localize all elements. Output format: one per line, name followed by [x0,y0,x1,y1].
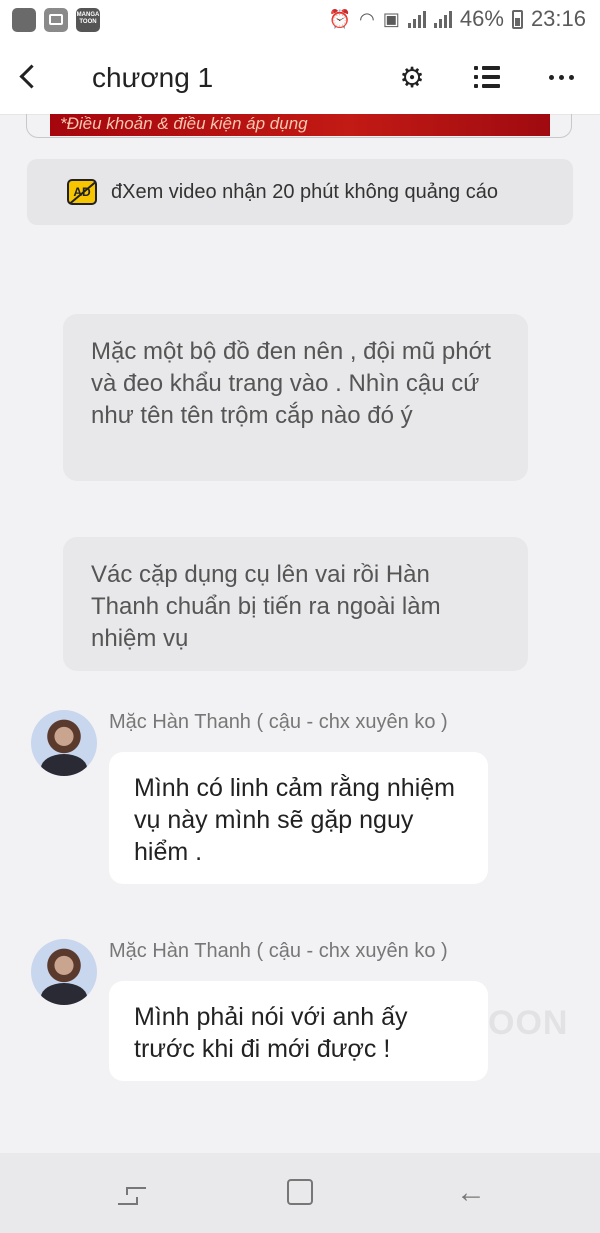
no-ad-icon: AD [67,179,97,205]
manga-toon-icon: MANGA TOON [76,8,100,32]
narration-bubble: Vác cặp dụng cụ lên vai rồi Hàn Thanh ch… [63,537,528,671]
battery-icon [511,9,523,29]
narration-bubble: Mặc một bộ đồ đen nên , đội mũ phớt và đ… [63,314,528,481]
signal-icon-2 [433,10,452,28]
system-nav-bar: ← [0,1153,600,1233]
gallery-icon [44,8,68,32]
remove-ads-label: đXem video nhận 20 phút không quảng cáo [111,180,498,203]
page-title: chương 1 [92,62,214,93]
chapter-list-icon[interactable] [470,60,504,94]
clock: 23:16 [530,6,586,31]
chat-bubble: Mình có linh cảm rằng nhiệm vụ này mình … [109,752,488,884]
promo-banner[interactable]: *Điều khoản & điều kiện áp dụng [50,114,550,136]
speaker-name: Mặc Hàn Thanh ( cậu - chx xuyên ko ) [109,711,448,733]
more-options-icon[interactable] [544,60,578,94]
sim-icon: ▣ [382,8,400,29]
wifi-icon: ◠ [359,8,375,29]
watermark-logo: OON [488,1004,569,1042]
signal-icon [407,10,426,28]
top-app-bar: chương 1 ⚙ [0,40,600,115]
alarm-icon: ⏰ [328,8,352,29]
avatar[interactable] [31,710,97,776]
system-back-icon[interactable]: ← [448,1175,488,1211]
settings-gear-icon[interactable]: ⚙ [395,60,429,94]
speaker-name: Mặc Hàn Thanh ( cậu - chx xuyên ko ) [109,940,448,962]
back-icon[interactable] [14,60,42,92]
avatar[interactable] [31,939,97,1005]
home-icon[interactable] [280,1175,320,1211]
battery-percent: 46% [459,6,504,31]
status-bar: MANGA TOON ⏰ ◠ ▣ 46% 23:16 [0,0,600,40]
chat-bubble: Mình phải nói với anh ấy trước khi đi mớ… [109,981,488,1081]
remove-ads-button[interactable]: AD đXem video nhận 20 phút không quảng c… [27,159,573,225]
app-icon [12,8,36,32]
recent-apps-icon[interactable] [112,1175,152,1211]
